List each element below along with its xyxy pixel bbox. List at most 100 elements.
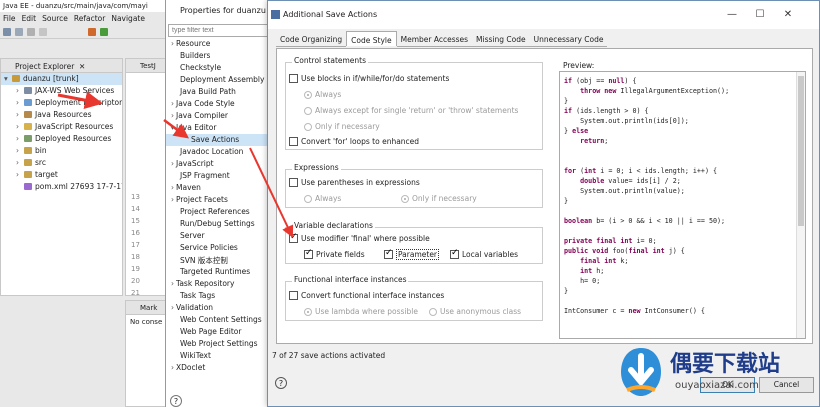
close-icon[interactable]: ✕ bbox=[774, 7, 802, 23]
properties-tree-item[interactable]: Targeted Runtimes bbox=[166, 266, 271, 278]
checkbox-box[interactable] bbox=[289, 232, 298, 243]
project-tree-item[interactable]: › JavaScript Resources bbox=[1, 121, 122, 133]
properties-tree-item[interactable]: Java Build Path bbox=[166, 86, 271, 98]
properties-tree-item[interactable]: Deployment Assembly bbox=[166, 74, 271, 86]
properties-tree-item[interactable]: Web Project Settings bbox=[166, 338, 271, 350]
print-icon[interactable] bbox=[39, 28, 47, 36]
properties-tree-item[interactable]: Project References bbox=[166, 206, 271, 218]
properties-tree-item[interactable]: WikiText bbox=[166, 350, 271, 362]
scroll-thumb[interactable] bbox=[798, 76, 804, 226]
properties-tree-item[interactable]: JSP Fragment bbox=[166, 170, 271, 182]
checkbox-box[interactable] bbox=[384, 248, 393, 259]
project-tree-item[interactable]: › Deployed Resources bbox=[1, 133, 122, 145]
twisty-icon[interactable]: › bbox=[166, 363, 176, 372]
project-tree-item[interactable]: › Deployment Descriptor: d bbox=[1, 97, 122, 109]
twisty-icon[interactable]: ▾ bbox=[4, 74, 12, 83]
help-icon[interactable]: ? bbox=[170, 395, 182, 407]
checkbox-box[interactable] bbox=[289, 74, 298, 83]
properties-tree-item[interactable]: › Maven bbox=[166, 182, 271, 194]
project-tree-item[interactable]: › JAX-WS Web Services bbox=[1, 85, 122, 97]
twisty-icon[interactable]: › bbox=[166, 195, 176, 204]
properties-tree-item[interactable]: › Resource bbox=[166, 38, 271, 50]
close-icon[interactable]: ✕ bbox=[79, 62, 85, 71]
tab-unnecessary-code[interactable]: Unnecessary Code bbox=[529, 33, 608, 47]
project-tree-item[interactable]: › src bbox=[1, 157, 122, 169]
twisty-icon[interactable]: › bbox=[166, 111, 176, 120]
checkbox-box[interactable] bbox=[450, 248, 459, 259]
twisty-icon[interactable]: ▾ bbox=[166, 123, 176, 132]
project-tree-item[interactable]: ▾ duanzu [trunk] bbox=[1, 73, 122, 85]
twisty-icon[interactable]: › bbox=[16, 110, 24, 119]
parameter-checkbox[interactable]: Parameter bbox=[384, 248, 440, 260]
twisty-icon[interactable]: › bbox=[166, 39, 176, 48]
twisty-icon[interactable]: › bbox=[166, 183, 176, 192]
properties-tree-item[interactable]: › Project Facets bbox=[166, 194, 271, 206]
tab-code-style[interactable]: Code Style bbox=[346, 31, 397, 46]
properties-tree-item[interactable]: › JavaScript bbox=[166, 158, 271, 170]
markers-tab[interactable]: Mark bbox=[126, 301, 166, 315]
properties-tree-item[interactable]: Web Content Settings bbox=[166, 314, 271, 326]
preview-scrollbar[interactable] bbox=[796, 72, 805, 338]
minimize-icon[interactable]: — bbox=[718, 7, 746, 23]
menu-file[interactable]: File bbox=[3, 14, 16, 23]
properties-tree-item[interactable]: › Task Repository bbox=[166, 278, 271, 290]
twisty-icon[interactable]: › bbox=[16, 86, 24, 95]
use-parentheses-checkbox[interactable]: Use parentheses in expressions bbox=[289, 178, 420, 187]
menu-edit[interactable]: Edit bbox=[22, 14, 37, 23]
properties-tree-item[interactable]: Web Page Editor bbox=[166, 326, 271, 338]
properties-tree-item[interactable]: Run/Debug Settings bbox=[166, 218, 271, 230]
code-preview[interactable]: if (obj == null) { throw new IllegalArgu… bbox=[559, 71, 806, 339]
twisty-icon[interactable]: › bbox=[16, 134, 24, 143]
debug-icon[interactable] bbox=[88, 28, 96, 36]
properties-tree-item[interactable]: › Java Compiler bbox=[166, 110, 271, 122]
properties-tree-item[interactable]: Checkstyle bbox=[166, 62, 271, 74]
twisty-icon[interactable]: › bbox=[16, 98, 24, 107]
project-tree-item[interactable]: pom.xml 27693 17-7-17 bbox=[1, 181, 122, 193]
editor-tab[interactable]: TestJ bbox=[126, 59, 166, 73]
project-tree-item[interactable]: › target bbox=[1, 169, 122, 181]
checkbox-box[interactable] bbox=[289, 137, 298, 146]
run-icon[interactable] bbox=[100, 28, 108, 36]
properties-tree-item[interactable]: ▾ Java Editor bbox=[166, 122, 271, 134]
project-tree-item[interactable]: › bin bbox=[1, 145, 122, 157]
filter-input[interactable] bbox=[168, 24, 268, 37]
use-final-checkbox[interactable]: Use modifier 'final' where possible bbox=[289, 232, 430, 243]
checkbox-box[interactable] bbox=[289, 178, 298, 187]
twisty-icon[interactable]: › bbox=[16, 170, 24, 179]
properties-tree-item[interactable]: Server bbox=[166, 230, 271, 242]
tab-missing-code[interactable]: Missing Code bbox=[472, 33, 530, 47]
new-icon[interactable] bbox=[3, 28, 11, 36]
properties-tree-item[interactable]: › Java Code Style bbox=[166, 98, 271, 110]
convert-functional-checkbox[interactable]: Convert functional interface instances bbox=[289, 291, 444, 300]
twisty-icon[interactable]: › bbox=[166, 279, 176, 288]
properties-tree-item[interactable]: Javadoc Location bbox=[166, 146, 271, 158]
twisty-icon[interactable]: › bbox=[166, 99, 176, 108]
twisty-icon[interactable]: › bbox=[166, 159, 176, 168]
properties-tree-item[interactable]: Builders bbox=[166, 50, 271, 62]
tab-code-organizing[interactable]: Code Organizing bbox=[276, 33, 347, 47]
checkbox-box[interactable] bbox=[304, 248, 313, 259]
twisty-icon[interactable]: › bbox=[16, 158, 24, 167]
properties-tree-item[interactable]: Task Tags bbox=[166, 290, 271, 302]
checkbox-box[interactable] bbox=[289, 291, 298, 300]
properties-tree-item[interactable]: Save Actions bbox=[166, 134, 271, 146]
project-tree-item[interactable]: › Java Resources bbox=[1, 109, 122, 121]
help-icon[interactable]: ? bbox=[275, 377, 287, 389]
menu-navigate[interactable]: Navigate bbox=[111, 14, 145, 23]
convert-for-checkbox[interactable]: Convert 'for' loops to enhanced bbox=[289, 137, 419, 146]
maximize-icon[interactable]: ☐ bbox=[746, 7, 774, 23]
twisty-icon[interactable]: › bbox=[16, 122, 24, 131]
project-explorer-tab[interactable]: Project Explorer ✕ bbox=[1, 59, 122, 73]
properties-tree-item[interactable]: SVN 版本控制 bbox=[166, 254, 271, 266]
properties-tree-item[interactable]: › XDoclet bbox=[166, 362, 271, 374]
twisty-icon[interactable]: › bbox=[16, 146, 24, 155]
properties-tree-item[interactable]: › Validation bbox=[166, 302, 271, 314]
tab-member-accesses[interactable]: Member Accesses bbox=[396, 33, 473, 47]
menu-refactor[interactable]: Refactor bbox=[74, 14, 105, 23]
save-all-icon[interactable] bbox=[27, 28, 35, 36]
private-fields-checkbox[interactable]: Private fields bbox=[304, 248, 365, 259]
use-blocks-checkbox[interactable]: Use blocks in if/while/for/do statements bbox=[289, 74, 449, 83]
twisty-icon[interactable]: › bbox=[166, 303, 176, 312]
local-variables-checkbox[interactable]: Local variables bbox=[450, 248, 518, 259]
properties-tree-item[interactable]: Service Policies bbox=[166, 242, 271, 254]
